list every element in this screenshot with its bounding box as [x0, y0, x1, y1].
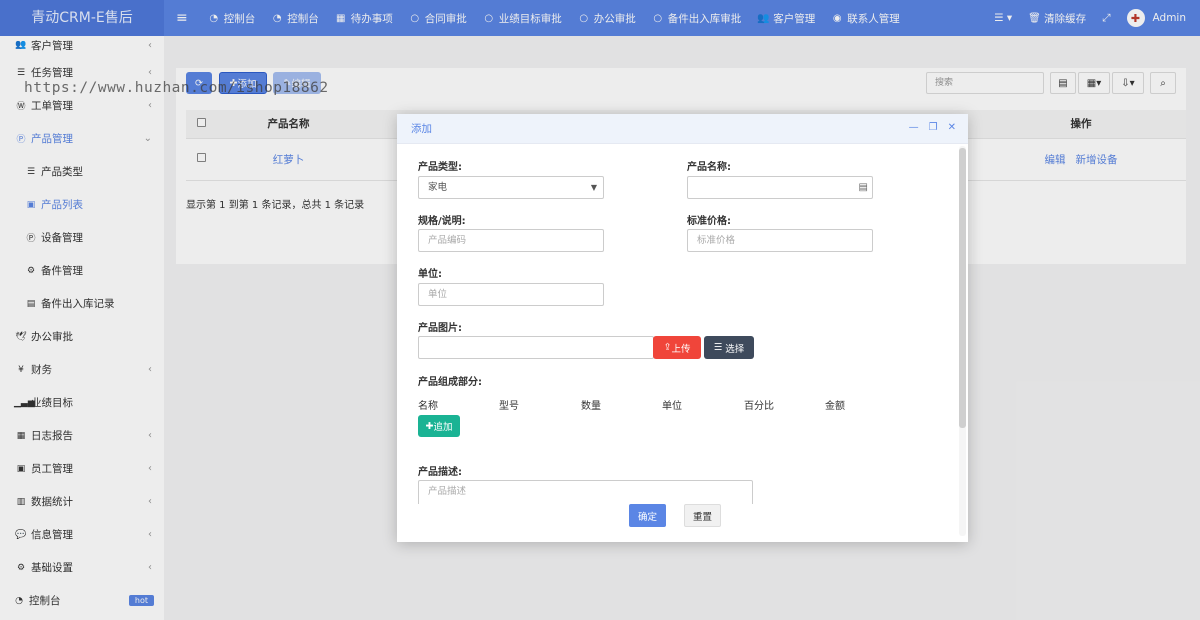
add-product-dialog: 添加 — ❐ ✕ 产品类型: 家电 ▼ 产品名称: ▤ 规格/说明: 产品编码 …	[397, 114, 968, 542]
desc-label: 产品描述:	[418, 467, 462, 478]
list-icon: ☰	[713, 342, 723, 353]
dialog-scrollbar[interactable]	[959, 146, 966, 536]
parts-col-model: 型号	[499, 401, 519, 412]
minimize-icon[interactable]: —	[909, 122, 919, 133]
upload-icon: ⇪	[663, 342, 672, 353]
parts-col-amount: 金额	[825, 401, 845, 412]
dialog-header: 添加 — ❐ ✕	[397, 114, 968, 144]
desc-textarea[interactable]: 产品描述	[418, 480, 753, 504]
product-type-label: 产品类型:	[418, 162, 462, 173]
product-name-label: 产品名称:	[687, 162, 731, 173]
parts-col-qty: 数量	[581, 401, 601, 412]
caret-down-icon: ▼	[590, 183, 597, 192]
dialog-body: 产品类型: 家电 ▼ 产品名称: ▤ 规格/说明: 产品编码 标准价格: 标准价…	[397, 144, 957, 504]
dialog-title: 添加	[411, 123, 432, 135]
price-input[interactable]: 标准价格	[687, 229, 873, 252]
watermark-text: https://www.huzhan.com/ishop18862	[24, 80, 329, 96]
parts-col-percent: 百分比	[744, 401, 774, 412]
spec-label: 规格/说明:	[418, 216, 466, 227]
parts-col-unit: 单位	[662, 401, 682, 412]
scrollbar-thumb[interactable]	[959, 148, 966, 428]
upload-button[interactable]: ⇪ 上传	[653, 336, 701, 359]
id-card-icon: ▤	[858, 182, 868, 193]
plus-icon: ✚	[425, 420, 434, 432]
maximize-icon[interactable]: ❐	[929, 122, 938, 133]
unit-label: 单位:	[418, 269, 442, 280]
price-label: 标准价格:	[687, 216, 731, 227]
reset-button[interactable]: 重置	[684, 504, 721, 527]
parts-label: 产品组成部分:	[418, 377, 482, 388]
product-name-input[interactable]: ▤	[687, 176, 873, 199]
image-label: 产品图片:	[418, 323, 462, 334]
unit-input[interactable]: 单位	[418, 283, 604, 306]
product-type-select[interactable]: 家电 ▼	[418, 176, 604, 199]
spec-input[interactable]: 产品编码	[418, 229, 604, 252]
choose-button[interactable]: ☰ 选择	[704, 336, 754, 359]
image-path-input[interactable]	[418, 336, 654, 359]
parts-add-button[interactable]: ✚ 追加	[418, 415, 460, 437]
ok-button[interactable]: 确定	[629, 504, 666, 527]
parts-col-name: 名称	[418, 401, 438, 412]
close-icon[interactable]: ✕	[948, 122, 956, 133]
